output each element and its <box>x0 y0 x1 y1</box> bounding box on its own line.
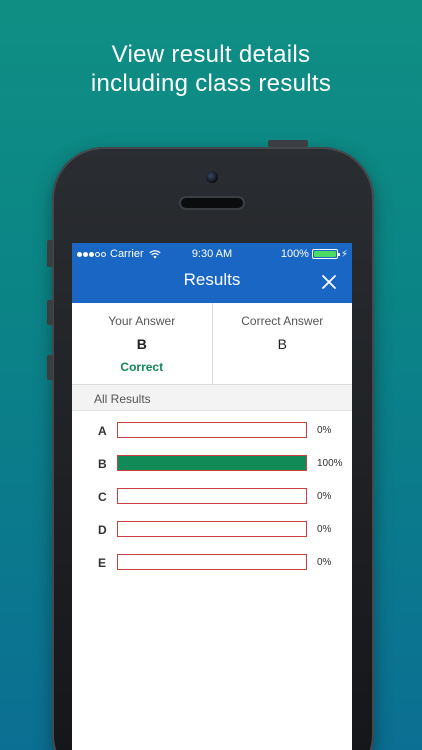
battery-percent: 100% <box>280 248 309 260</box>
earpiece-speaker <box>181 198 243 208</box>
volume-down-button <box>47 355 53 380</box>
status-bar: Carrier 9:30 AM 100% ⚡ <box>72 247 352 263</box>
result-letter: A <box>98 424 107 438</box>
result-letter: C <box>98 490 107 504</box>
promo-line-1: View result details <box>111 41 311 68</box>
your-answer-label: Your Answer <box>108 314 176 328</box>
result-percent: 0% <box>317 425 332 436</box>
result-percent: 0% <box>317 491 332 502</box>
battery-icon <box>311 249 340 259</box>
result-percent: 100% <box>317 458 343 469</box>
close-icon[interactable] <box>321 274 337 290</box>
volume-up-button <box>47 300 53 325</box>
front-camera <box>206 171 218 183</box>
correct-answer-panel: Correct Answer B <box>211 303 353 384</box>
correct-answer-value: B <box>277 336 287 352</box>
results-list: A 0% B 100% C 0% D 0% E 0% <box>72 420 352 585</box>
your-answer-value: B <box>136 336 147 352</box>
mute-switch <box>47 240 53 267</box>
result-percent: 0% <box>317 524 332 535</box>
result-row: B 100% <box>72 453 352 486</box>
phone-screen: Carrier 9:30 AM 100% ⚡ Results Your Answ… <box>72 243 352 750</box>
result-row: D 0% <box>72 519 352 552</box>
app-header: Carrier 9:30 AM 100% ⚡ Results <box>72 243 352 303</box>
result-percent: 0% <box>317 557 332 568</box>
result-bar <box>117 455 307 471</box>
result-row: A 0% <box>72 420 352 453</box>
result-letter: B <box>98 457 107 471</box>
result-row: E 0% <box>72 552 352 585</box>
result-bar-fill <box>118 456 306 470</box>
verdict-label: Correct <box>120 360 164 374</box>
page-title: Results <box>183 270 241 289</box>
section-title: All Results <box>94 392 151 406</box>
result-letter: D <box>98 523 107 537</box>
result-bar <box>117 554 307 570</box>
promo-line-2: including class results <box>90 70 332 97</box>
promo-caption: View result details including class resu… <box>0 40 422 98</box>
result-letter: E <box>98 556 107 570</box>
your-answer-panel: Your Answer B Correct <box>72 303 212 384</box>
section-header: All Results <box>72 385 352 411</box>
power-button <box>268 140 308 147</box>
result-bar <box>117 521 307 537</box>
result-bar <box>117 422 307 438</box>
answer-summary: Your Answer B Correct Correct Answer B <box>72 303 352 385</box>
result-bar <box>117 488 307 504</box>
bolt-icon: ⚡ <box>340 248 348 260</box>
correct-answer-label: Correct Answer <box>241 314 324 328</box>
result-row: C 0% <box>72 486 352 519</box>
